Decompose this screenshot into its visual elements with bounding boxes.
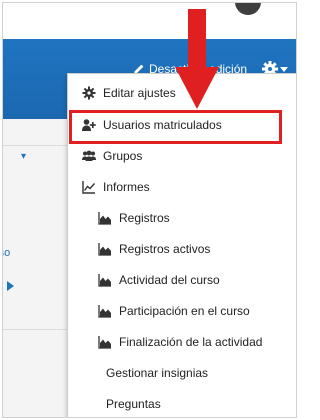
menu-item-logs[interactable]: Registros — [68, 203, 296, 233]
menu-item-label: Informes — [103, 180, 150, 194]
menu-item-live-logs[interactable]: Registros activos — [68, 234, 296, 264]
area-chart-icon — [98, 273, 112, 287]
divider — [3, 329, 67, 330]
annotation-highlight-box — [69, 110, 282, 144]
caret-down-icon[interactable]: ▾ — [21, 151, 26, 162]
menu-item-course-activity[interactable]: Actividad del curso — [68, 265, 296, 295]
menu-item-manage-badges[interactable]: Gestionar insignias — [68, 358, 296, 388]
area-chart-icon — [98, 211, 112, 225]
menu-item-label: Finalización de la actividad — [119, 335, 263, 349]
menu-item-activity-completion[interactable]: Finalización de la actividad — [68, 327, 296, 357]
menu-item-label: Editar ajustes — [103, 86, 176, 100]
menu-item-label: Participación en el curso — [119, 304, 250, 318]
menu-item-label: Preguntas — [106, 397, 161, 411]
annotation-arrow-down-icon — [175, 9, 219, 109]
menu-item-label: Gestionar insignias — [106, 366, 209, 380]
top-navbar — [3, 3, 296, 39]
gear-icon — [82, 86, 96, 100]
menu-item-reports[interactable]: Informes — [68, 172, 296, 202]
divider — [3, 145, 67, 146]
left-content-area — [3, 119, 67, 417]
menu-item-label: Registros activos — [119, 242, 211, 256]
menu-item-groups[interactable]: Grupos — [68, 141, 296, 171]
menu-item-label: Grupos — [103, 149, 143, 163]
menu-item-course-participation[interactable]: Participación en el curso — [68, 296, 296, 326]
chevron-down-icon — [280, 67, 288, 72]
background-link-text[interactable]: rso — [3, 247, 17, 259]
line-chart-icon — [82, 180, 96, 194]
screenshot-frame: Desactivar edición ▾ rso — [2, 2, 297, 418]
area-chart-icon — [98, 304, 112, 318]
area-chart-icon — [98, 335, 112, 349]
user-avatar[interactable] — [235, 3, 261, 15]
menu-item-label: Actividad del curso — [119, 273, 220, 287]
groups-icon — [82, 149, 96, 163]
area-chart-icon — [98, 242, 112, 256]
menu-item-question-bank[interactable]: Preguntas — [68, 389, 296, 417]
menu-item-label: Registros — [119, 211, 170, 225]
play-arrow-icon — [7, 281, 14, 291]
